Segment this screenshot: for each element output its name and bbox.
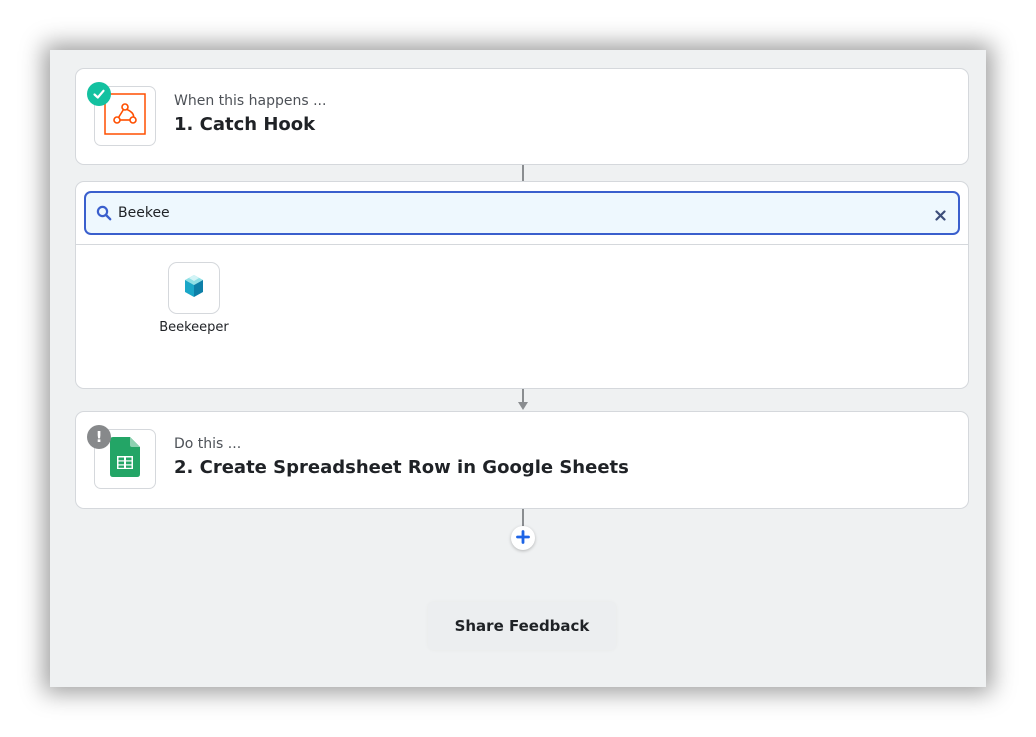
share-feedback-button[interactable]: Share Feedback bbox=[428, 602, 616, 650]
step-connector bbox=[522, 509, 524, 527]
check-icon bbox=[87, 82, 111, 106]
step-subtitle: When this happens ... bbox=[174, 93, 327, 109]
step-connector bbox=[522, 165, 524, 181]
step-title[interactable]: 2. Create Spreadsheet Row in Google Shee… bbox=[174, 457, 629, 478]
step-title[interactable]: 1. Catch Hook bbox=[174, 114, 315, 135]
search-result-beekeeper[interactable]: Beekeeper bbox=[156, 262, 232, 335]
step-card-action[interactable]: ! Do this ... 2. Create Spreadsheet Row … bbox=[75, 411, 969, 509]
result-label: Beekeeper bbox=[159, 320, 229, 335]
result-tile bbox=[168, 262, 220, 314]
beekeeper-icon bbox=[183, 274, 205, 302]
search-field[interactable] bbox=[84, 191, 960, 235]
google-sheets-icon bbox=[110, 437, 140, 481]
step-subtitle: Do this ... bbox=[174, 436, 242, 452]
plus-icon bbox=[516, 529, 530, 548]
divider bbox=[76, 244, 968, 245]
webhook-icon bbox=[104, 93, 146, 139]
search-icon bbox=[96, 205, 112, 225]
step-card-trigger[interactable]: When this happens ... 1. Catch Hook bbox=[75, 68, 969, 165]
search-input[interactable] bbox=[118, 202, 898, 224]
close-icon[interactable] bbox=[935, 206, 946, 225]
app-search-panel: Beekeeper bbox=[75, 181, 969, 389]
warning-icon: ! bbox=[87, 425, 111, 449]
add-step-button[interactable] bbox=[511, 526, 535, 550]
step-connector bbox=[522, 389, 524, 403]
arrow-down-icon bbox=[518, 402, 528, 410]
